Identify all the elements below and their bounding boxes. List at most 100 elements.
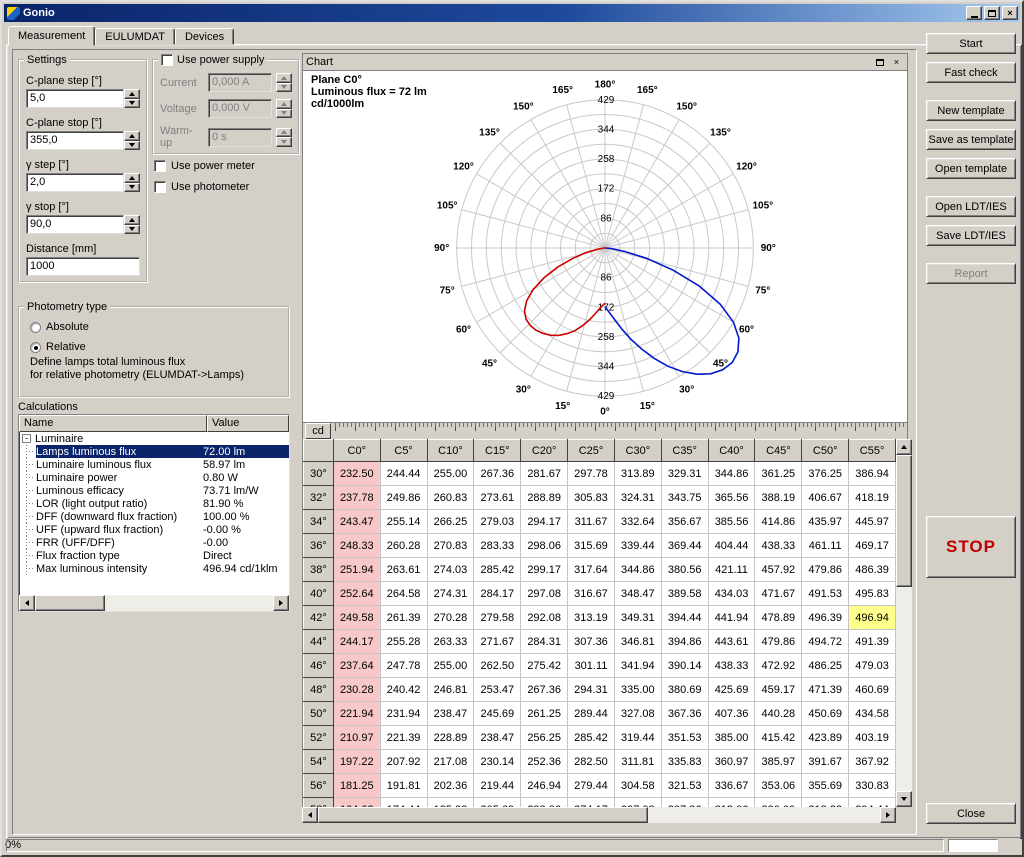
table-cell[interactable]: 266.25	[427, 510, 474, 534]
tab-measurement[interactable]: Measurement	[8, 26, 95, 46]
table-cell[interactable]: 262.50	[474, 654, 521, 678]
table-cell[interactable]: 445.97	[849, 510, 896, 534]
scroll-thumb[interactable]	[896, 455, 912, 587]
table-cell[interactable]: 164.03	[333, 798, 380, 808]
table-cell[interactable]: 238.47	[427, 702, 474, 726]
table-cell[interactable]: 438.33	[708, 654, 755, 678]
table-cell[interactable]: 380.69	[661, 678, 708, 702]
table-cell[interactable]: 385.00	[708, 726, 755, 750]
table-cell[interactable]: 261.39	[380, 606, 427, 630]
table-cell[interactable]: 279.03	[474, 510, 521, 534]
table-cell[interactable]: 367.92	[849, 750, 896, 774]
scroll-right-arrow[interactable]	[273, 595, 289, 611]
table-cell[interactable]: 440.28	[755, 702, 802, 726]
table-cell[interactable]: 494.72	[802, 630, 849, 654]
table-cell[interactable]: 264.58	[380, 582, 427, 606]
table-cell[interactable]: 348.47	[614, 582, 661, 606]
table-cell[interactable]: 321.53	[661, 774, 708, 798]
table-cell[interactable]: 469.17	[849, 534, 896, 558]
use-photometer-checkbox[interactable]	[154, 181, 166, 193]
table-cell[interactable]: 292.08	[521, 606, 568, 630]
scroll-thumb[interactable]	[318, 807, 648, 823]
calc-row[interactable]: Luminaire power0.80 W	[19, 471, 289, 484]
row-header[interactable]: 42°	[304, 606, 334, 630]
calculations-hscrollbar[interactable]	[19, 595, 289, 611]
table-cell[interactable]: 255.28	[380, 630, 427, 654]
table-cell[interactable]: 318.33	[802, 798, 849, 808]
table-cell[interactable]: 244.17	[333, 630, 380, 654]
table-cell[interactable]: 335.83	[661, 750, 708, 774]
calc-row[interactable]: FRR (UFF/DFF)-0.00	[19, 536, 289, 549]
table-cell[interactable]: 349.31	[614, 606, 661, 630]
table-cell[interactable]: 221.94	[333, 702, 380, 726]
table-cell[interactable]: 283.33	[474, 534, 521, 558]
table-cell[interactable]: 237.78	[333, 486, 380, 510]
calc-row[interactable]: Luminaire luminous flux58.97 lm	[19, 458, 289, 471]
table-cell[interactable]: 341.94	[614, 654, 661, 678]
table-cell[interactable]: 496.94	[849, 606, 896, 630]
minimize-button[interactable]	[966, 6, 982, 20]
table-cell[interactable]: 248.33	[333, 534, 380, 558]
table-cell[interactable]: 270.28	[427, 606, 474, 630]
spinner-up-button[interactable]	[276, 73, 292, 83]
table-cell[interactable]: 404.44	[708, 534, 755, 558]
table-cell[interactable]: 298.06	[521, 534, 568, 558]
column-header[interactable]: C20°	[521, 440, 568, 462]
table-cell[interactable]: 386.94	[849, 462, 896, 486]
table-cell[interactable]: 367.36	[661, 702, 708, 726]
setting-input[interactable]: 5,0	[26, 89, 124, 108]
table-cell[interactable]: 394.44	[661, 606, 708, 630]
spinner-up-button[interactable]	[124, 173, 140, 183]
open-template-button[interactable]: Open template	[926, 158, 1016, 179]
column-header[interactable]: C5°	[380, 440, 427, 462]
radio-absolute[interactable]	[30, 322, 41, 333]
table-cell[interactable]: 355.69	[802, 774, 849, 798]
table-cell[interactable]: 459.17	[755, 678, 802, 702]
column-header[interactable]: C0°	[333, 440, 380, 462]
table-cell[interactable]: 329.31	[661, 462, 708, 486]
table-cell[interactable]: 294.31	[568, 678, 615, 702]
table-cell[interactable]: 305.83	[568, 486, 615, 510]
scroll-left-arrow[interactable]	[302, 807, 318, 823]
table-cell[interactable]: 317.64	[568, 558, 615, 582]
calc-row[interactable]: LOR (light output ratio)81.90 %	[19, 497, 289, 510]
table-cell[interactable]: 361.25	[755, 462, 802, 486]
stop-button[interactable]: STOP	[926, 516, 1016, 578]
table-cell[interactable]: 232.50	[333, 462, 380, 486]
open-ldt-ies-button[interactable]: Open LDT/IES	[926, 196, 1016, 217]
table-cell[interactable]: 284.17	[474, 582, 521, 606]
table-cell[interactable]: 304.58	[614, 774, 661, 798]
table-cell[interactable]: 260.28	[380, 534, 427, 558]
setting-input[interactable]: 2,0	[26, 173, 124, 192]
table-cell[interactable]: 238.06	[521, 798, 568, 808]
calc-row[interactable]: UFF (upward flux fraction)-0.00 %	[19, 523, 289, 536]
table-cell[interactable]: 307.36	[568, 630, 615, 654]
row-header[interactable]: 54°	[304, 750, 334, 774]
table-cell[interactable]: 263.61	[380, 558, 427, 582]
table-cell[interactable]: 237.64	[333, 654, 380, 678]
table-cell[interactable]: 238.47	[474, 726, 521, 750]
table-cell[interactable]: 346.81	[614, 630, 661, 654]
table-cell[interactable]: 285.42	[474, 558, 521, 582]
chart-float-button[interactable]	[872, 56, 887, 69]
table-cell[interactable]: 282.50	[568, 750, 615, 774]
table-cell[interactable]: 415.42	[755, 726, 802, 750]
table-cell[interactable]: 301.11	[568, 654, 615, 678]
column-header[interactable]: C30°	[614, 440, 661, 462]
table-cell[interactable]: 344.86	[708, 462, 755, 486]
spinner-up-button[interactable]	[276, 99, 292, 109]
table-cell[interactable]: 274.17	[568, 798, 615, 808]
row-header[interactable]: 46°	[304, 654, 334, 678]
table-cell[interactable]: 251.94	[333, 558, 380, 582]
spinner-up-button[interactable]	[124, 89, 140, 99]
table-hscrollbar[interactable]	[302, 807, 896, 823]
table-cell[interactable]: 339.44	[614, 534, 661, 558]
spinner-up-button[interactable]	[124, 131, 140, 141]
table-cell[interactable]: 253.47	[474, 678, 521, 702]
table-cell[interactable]: 244.44	[380, 462, 427, 486]
table-cell[interactable]: 376.25	[802, 462, 849, 486]
table-cell[interactable]: 221.39	[380, 726, 427, 750]
table-cell[interactable]: 289.44	[568, 702, 615, 726]
table-cell[interactable]: 255.14	[380, 510, 427, 534]
calc-row[interactable]: Max luminous intensity496.94 cd/1klm	[19, 562, 289, 575]
